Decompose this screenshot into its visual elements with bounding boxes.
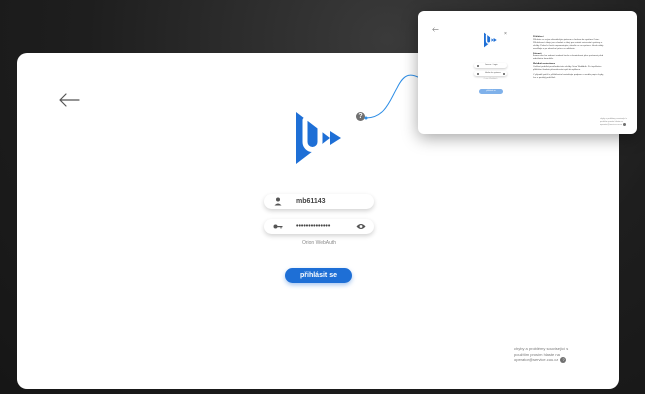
- popup-password-value: Heslo do systemu: [485, 72, 501, 74]
- app-logo-icon: [296, 112, 341, 164]
- popup-username-field: Jmeno - Login: [474, 63, 507, 68]
- eye-icon[interactable]: [356, 223, 366, 230]
- help-badge[interactable]: ?: [356, 112, 365, 121]
- auth-method-label: Orion WebAuth: [301, 240, 337, 246]
- password-value: ••••••••••••••: [296, 223, 331, 230]
- username-field[interactable]: mb61143: [264, 194, 374, 209]
- help-popup: × Jmeno - Login Heslo do systemu Orion W…: [418, 11, 637, 134]
- popup-login-button: přihlásit se: [479, 89, 503, 94]
- popup-paragraph: V případě potíží s přihlášením kontaktuj…: [533, 73, 604, 79]
- popup-eye-icon: [503, 72, 505, 75]
- password-field[interactable]: ••••••••••••••: [264, 219, 374, 234]
- popup-paragraph: Ověření probíhá prostřednictvím služby O…: [533, 66, 602, 72]
- user-icon: [274, 197, 282, 206]
- support-help-badge[interactable]: ?: [560, 357, 567, 364]
- popup-paragraph: Ikonou oka lze zobrazit zadané heslo a z…: [533, 55, 604, 61]
- popup-support-note: chyby a problémy související s použitím …: [600, 118, 630, 127]
- support-note: chyby a problémy související s použitím …: [514, 346, 584, 364]
- popup-logo-icon: [484, 32, 497, 48]
- login-button[interactable]: přihlásit se: [285, 268, 352, 283]
- popup-password-field: Heslo do systemu: [474, 71, 507, 76]
- popup-close-icon[interactable]: ×: [504, 31, 507, 37]
- popup-username-value: Jmeno - Login: [485, 64, 498, 66]
- popup-help-text: Přihlášení Přihlaste se svým uživatelský…: [533, 34, 605, 82]
- username-value: mb61143: [296, 198, 326, 205]
- popup-auth-label: Orion WebAuth: [483, 78, 498, 80]
- popup-back-arrow-icon[interactable]: [432, 27, 439, 32]
- popup-user-icon: [477, 64, 479, 67]
- back-arrow-icon[interactable]: [58, 93, 80, 107]
- popup-paragraph: Přihlaste se svým uživatelským jménem a …: [533, 38, 604, 50]
- key-icon: [273, 224, 283, 229]
- popup-key-icon: [477, 72, 479, 75]
- popup-support-help-badge: [622, 123, 626, 127]
